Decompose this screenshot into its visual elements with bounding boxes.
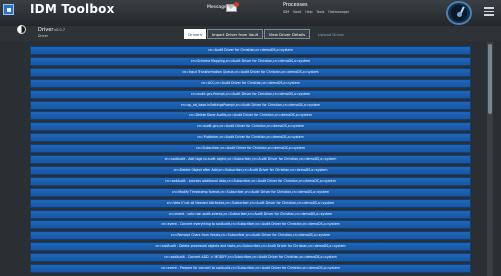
app-title: IDM Toolbox [30, 2, 115, 16]
list-item[interactable]: cn=Delete Done Audits,cn=Audit Driver fo… [30, 111, 471, 121]
driver-subtitle: Driver [38, 34, 49, 38]
list-item[interactable]: cn=Delete Object after Add,cn=Subscriber… [30, 165, 471, 175]
top-header: IDM Toolbox Messages Processes IDM Vault… [0, 0, 501, 26]
notification-badge [234, 2, 239, 7]
sub-link-vault[interactable]: Vault [293, 10, 301, 14]
list-item[interactable]: cn=sodAudit - Delete processed objects a… [30, 242, 471, 252]
list-item[interactable]: cn=Schema Mapping,cn=Audit Driver for Ch… [30, 56, 471, 66]
app-logo-icon[interactable] [3, 4, 14, 15]
header-sub-links: IDM Vault Help Tools Fastmanager [283, 10, 352, 14]
list-item[interactable]: cn=event - Convert everything to sodAudi… [30, 220, 471, 230]
list-item[interactable]: cn=Veto if not all Needed Attributes,cn=… [30, 198, 471, 208]
list-item[interactable]: cn=op_ad_base-InSettingsPrompt,cn=Audit … [30, 100, 471, 110]
list-item[interactable]: cn=sodAudit - Convert ADD -> MODIFY,cn=S… [30, 253, 471, 263]
gauge-hub [457, 12, 462, 17]
tab-view-driver-details[interactable]: View Driver Details [264, 29, 310, 39]
sub-link-idm[interactable]: IDM [283, 10, 289, 14]
dashboard-gauge-icon [446, 1, 472, 25]
tab-import-driver[interactable]: Import Driver from Vault [207, 29, 263, 39]
list-item[interactable]: cn=event - Prepare for convert to sodAud… [30, 264, 471, 273]
list-item[interactable]: cn=sodAudit - Add tags to audit object,c… [30, 155, 471, 164]
list-item[interactable]: cn=ACC,cn=Audit Driver for Christian,cn=… [30, 78, 471, 88]
sub-link-help[interactable]: Help [305, 10, 312, 14]
list-item[interactable]: cn=Publisher,cn=Audit Driver for Christi… [30, 133, 471, 143]
list-item[interactable]: cn=audit-gcv-Prompt,cn=Audit Driver for … [30, 89, 471, 99]
sub-link-fastmanager[interactable]: Fastmanager [328, 10, 349, 14]
tab-drivers[interactable]: Drivers [184, 29, 206, 39]
list-item[interactable]: cn=Audit Driver for Christian,cn=demoDS,… [30, 46, 471, 55]
list-item[interactable]: cn=audit-gcv,cn=Audit Driver for Christi… [30, 122, 471, 132]
list-item[interactable]: cn=Input Transformation Queue,cn=Audit D… [30, 67, 471, 77]
processes-link[interactable]: Processes [283, 2, 308, 8]
tab-upload-driver[interactable]: Upload Driver [311, 29, 351, 39]
list-item[interactable]: cn=sodAudit - process additional data,cn… [30, 176, 471, 186]
list-item[interactable]: cn=Modify Timestamp format,cn=Subscriber… [30, 187, 471, 197]
list-item[interactable]: cn=event - veto non audit-events,cn=Subs… [30, 209, 471, 219]
list-item[interactable]: cn=Subscriber,cn=Audit Driver for Christ… [30, 144, 471, 154]
driver-object-list: cn=Audit Driver for Christian,cn=demoDS,… [0, 42, 501, 276]
envelope-icon[interactable] [226, 2, 239, 12]
scrollbar[interactable] [487, 42, 493, 276]
list-item[interactable]: cn=Remove Chars from Values,cn=Subscribe… [30, 231, 471, 241]
driver-title: Driver [38, 27, 54, 33]
driver-version: v0.0.7 [54, 28, 65, 32]
menu-icon[interactable] [484, 7, 494, 16]
sub-link-tools[interactable]: Tools [317, 10, 325, 14]
scrollbar-thumb[interactable] [488, 44, 492, 114]
yin-yang-icon [17, 25, 26, 34]
